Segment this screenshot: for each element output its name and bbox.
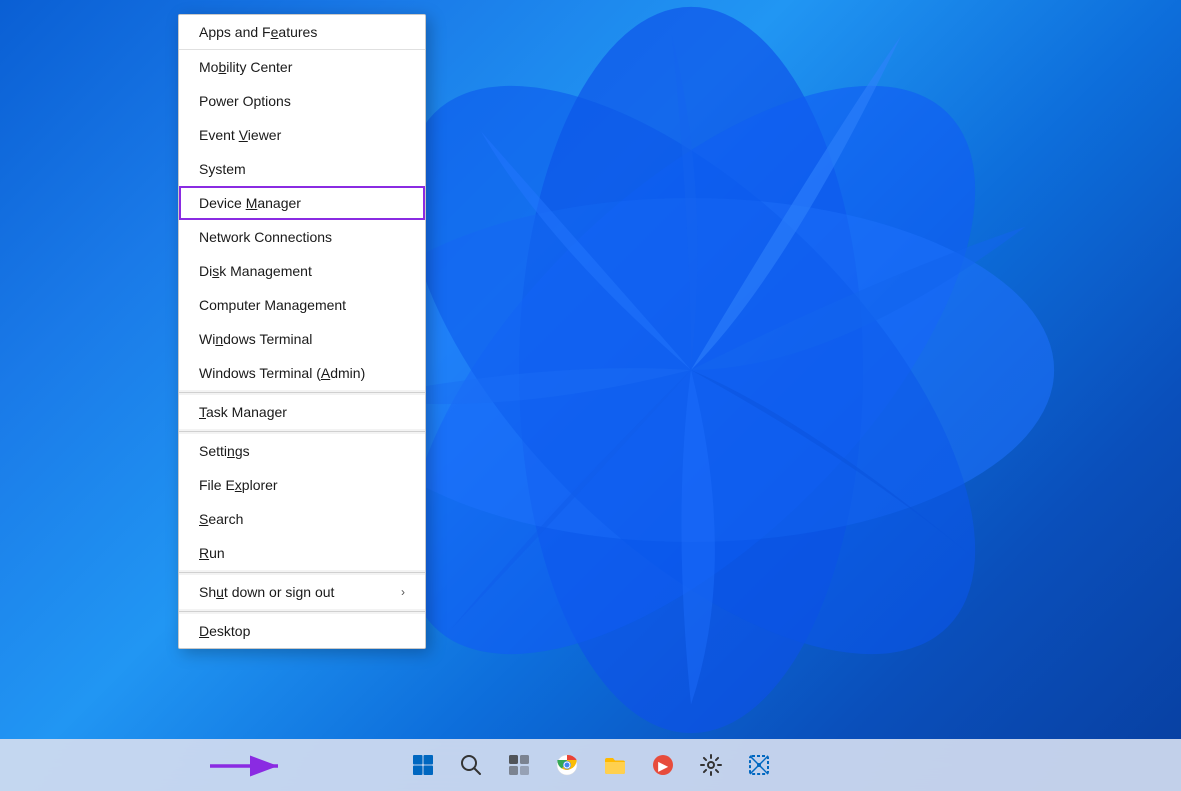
menu-item-run[interactable]: Run — [179, 536, 425, 570]
menu-separator-2 — [179, 431, 425, 432]
context-menu: Apps and Features Mobility Center Power … — [178, 14, 426, 649]
menu-item-label: Search — [199, 511, 243, 527]
start-button[interactable] — [401, 743, 445, 787]
menu-item-label: Power Options — [199, 93, 291, 109]
store-button[interactable]: ▶ — [641, 743, 685, 787]
taskbar-icons: ▶ — [401, 743, 781, 787]
desktop: Apps and Features Mobility Center Power … — [0, 0, 1181, 791]
search-button[interactable] — [449, 743, 493, 787]
menu-item-label: Event Viewer — [199, 127, 281, 143]
menu-item-system[interactable]: System — [179, 152, 425, 186]
taskbar: ▶ — [0, 739, 1181, 791]
menu-item-label: Desktop — [199, 623, 250, 639]
menu-item-settings[interactable]: Settings — [179, 434, 425, 468]
menu-separator-4 — [179, 611, 425, 612]
menu-item-apps-features[interactable]: Apps and Features — [179, 15, 425, 50]
menu-item-computer-management[interactable]: Computer Management — [179, 288, 425, 322]
menu-item-label: Computer Management — [199, 297, 346, 313]
menu-item-label: Windows Terminal (Admin) — [199, 365, 365, 381]
menu-item-event-viewer[interactable]: Event Viewer — [179, 118, 425, 152]
menu-item-label: Shut down or sign out — [199, 584, 334, 600]
menu-item-windows-terminal[interactable]: Windows Terminal — [179, 322, 425, 356]
menu-item-label: File Explorer — [199, 477, 278, 493]
settings-button[interactable] — [689, 743, 733, 787]
menu-separator-1 — [179, 392, 425, 393]
menu-item-label: Task Manager — [199, 404, 287, 420]
menu-item-label: Run — [199, 545, 225, 561]
menu-item-disk-management[interactable]: Disk Management — [179, 254, 425, 288]
start-button-arrow — [210, 751, 290, 781]
menu-item-device-manager[interactable]: Device Manager — [179, 186, 425, 220]
chrome-button[interactable] — [545, 743, 589, 787]
menu-item-search[interactable]: Search — [179, 502, 425, 536]
menu-item-label: Device Manager — [199, 195, 301, 211]
task-view-button[interactable] — [497, 743, 541, 787]
menu-item-label: System — [199, 161, 246, 177]
menu-item-label: Mobility Center — [199, 59, 292, 75]
menu-item-label: Apps and Features — [199, 24, 317, 40]
menu-item-label: Disk Management — [199, 263, 312, 279]
menu-item-shutdown[interactable]: Shut down or sign out › — [179, 575, 425, 609]
menu-separator-3 — [179, 572, 425, 573]
menu-item-label: Network Connections — [199, 229, 332, 245]
menu-item-windows-terminal-admin[interactable]: Windows Terminal (Admin) — [179, 356, 425, 390]
file-explorer-button[interactable] — [593, 743, 637, 787]
menu-item-desktop[interactable]: Desktop — [179, 614, 425, 648]
svg-text:▶: ▶ — [657, 759, 668, 773]
menu-item-network-connections[interactable]: Network Connections — [179, 220, 425, 254]
menu-item-label: Settings — [199, 443, 250, 459]
submenu-arrow-icon: › — [401, 585, 405, 599]
menu-item-mobility-center[interactable]: Mobility Center — [179, 50, 425, 84]
menu-item-label: Windows Terminal — [199, 331, 312, 347]
menu-item-file-explorer[interactable]: File Explorer — [179, 468, 425, 502]
snipping-tool-button[interactable] — [737, 743, 781, 787]
menu-item-power-options[interactable]: Power Options — [179, 84, 425, 118]
menu-item-task-manager[interactable]: Task Manager — [179, 395, 425, 429]
